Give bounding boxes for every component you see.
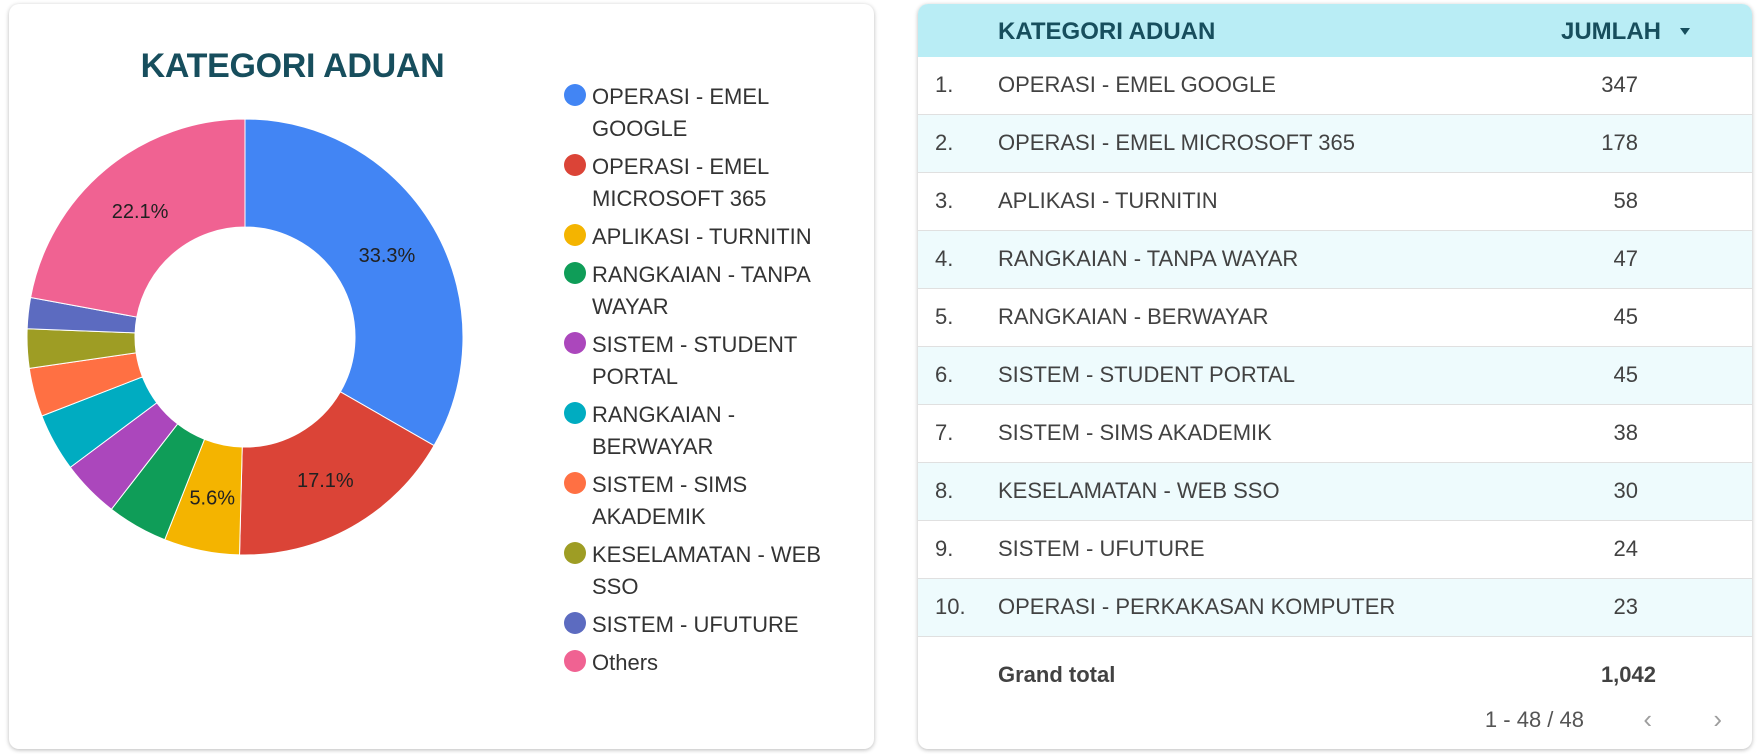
- column-header-jumlah[interactable]: JUMLAH: [1561, 18, 1661, 46]
- row-index: 4.: [935, 246, 954, 271]
- legend-label: SISTEM - SIMS AKADEMIK: [592, 472, 748, 529]
- table-row[interactable]: 4. RANGKAIAN - TANPA WAYAR 47: [918, 231, 1752, 289]
- column-header-category[interactable]: KATEGORI ADUAN: [998, 18, 1215, 46]
- legend-item[interactable]: OPERASI - EMEL GOOGLE: [554, 81, 854, 145]
- legend-item[interactable]: RANGKAIAN - TANPA WAYAR: [554, 259, 854, 323]
- grand-total-label: Grand total: [998, 662, 1116, 687]
- legend-item[interactable]: Others: [554, 647, 854, 679]
- row-index: 1.: [935, 72, 954, 97]
- sort-descending-icon[interactable]: [1680, 28, 1690, 35]
- table-row[interactable]: 3. APLIKASI - TURNITIN 58: [918, 173, 1752, 231]
- legend-swatch: [564, 650, 586, 672]
- legend-label: OPERASI - EMEL MICROSOFT 365: [592, 154, 769, 211]
- row-index: 8.: [935, 478, 954, 503]
- chart-legend: OPERASI - EMEL GOOGLE OPERASI - EMEL MICR…: [554, 81, 854, 685]
- legend-label: KESELAMATAN - WEB SSO: [592, 542, 822, 599]
- legend-label: SISTEM - STUDENT PORTAL: [592, 332, 797, 389]
- table-row[interactable]: 5. RANGKAIAN - BERWAYAR 45: [918, 289, 1752, 347]
- legend-item[interactable]: SISTEM - UFUTURE: [554, 609, 854, 641]
- chevron-left-icon[interactable]: ‹: [1643, 704, 1652, 735]
- table-row[interactable]: 10. OPERASI - PERKAKASAN KOMPUTER 23: [918, 579, 1752, 637]
- row-category: SISTEM - STUDENT PORTAL: [998, 362, 1296, 387]
- row-value: 58: [1613, 188, 1638, 213]
- donut-chart-card: KATEGORI ADUAN 33.3% 17.1% 5.6% 22.1% OPERA…: [9, 4, 874, 749]
- table-row[interactable]: 6. SISTEM - STUDENT PORTAL 45: [918, 347, 1752, 405]
- row-value: 23: [1613, 594, 1638, 619]
- row-index: 2.: [935, 130, 954, 155]
- row-value: 178: [1601, 130, 1638, 155]
- legend-swatch: [564, 332, 586, 354]
- legend-swatch: [564, 84, 586, 106]
- legend-label: RANGKAIAN - TANPA WAYAR: [592, 262, 810, 319]
- row-category: SISTEM - UFUTURE: [998, 536, 1205, 561]
- legend-item[interactable]: KESELAMATAN - WEB SSO: [554, 539, 854, 603]
- legend-item[interactable]: OPERASI - EMEL MICROSOFT 365: [554, 151, 854, 215]
- row-category: KESELAMATAN - WEB SSO: [998, 478, 1280, 503]
- row-index: 9.: [935, 536, 954, 561]
- legend-label: Others: [592, 650, 659, 675]
- legend-swatch: [564, 612, 586, 634]
- row-value: 45: [1613, 362, 1638, 387]
- row-category: OPERASI - EMEL MICROSOFT 365: [998, 130, 1355, 155]
- slice-label: 22.1%: [112, 201, 169, 223]
- grand-total-row: Grand total 1,042: [918, 650, 1752, 700]
- row-value: 38: [1613, 420, 1638, 445]
- table-card: KATEGORI ADUAN JUMLAH 1. OPERASI - EMEL G…: [918, 4, 1752, 749]
- legend-label: OPERASI - EMEL GOOGLE: [592, 84, 769, 141]
- grand-total-value: 1,042: [1600, 662, 1656, 687]
- row-category: RANGKAIAN - TANPA WAYAR: [998, 246, 1299, 271]
- slice-label: 33.3%: [359, 245, 416, 267]
- row-index: 6.: [935, 362, 954, 387]
- row-category: APLIKASI - TURNITIN: [998, 188, 1218, 213]
- table-row[interactable]: 1. OPERASI - EMEL GOOGLE 347: [918, 57, 1752, 115]
- row-index: 5.: [935, 304, 954, 329]
- legend-label: APLIKASI - TURNITIN: [592, 224, 812, 249]
- row-value: 30: [1613, 478, 1638, 503]
- legend-swatch: [564, 154, 586, 176]
- legend-swatch: [564, 472, 586, 494]
- slice-label: 17.1%: [297, 470, 354, 492]
- row-category: OPERASI - PERKAKASAN KOMPUTER: [998, 594, 1396, 619]
- row-value: 24: [1613, 536, 1638, 561]
- legend-label: SISTEM - UFUTURE: [592, 612, 799, 637]
- legend-item[interactable]: SISTEM - STUDENT PORTAL: [554, 329, 854, 393]
- table-row[interactable]: 7. SISTEM - SIMS AKADEMIK 38: [918, 405, 1752, 463]
- legend-swatch: [564, 224, 586, 246]
- pagination: 1 - 48 / 48 ‹ ›: [918, 700, 1752, 740]
- row-category: SISTEM - SIMS AKADEMIK: [998, 420, 1272, 445]
- pagination-range: 1 - 48 / 48: [1484, 707, 1584, 732]
- row-index: 3.: [935, 188, 954, 213]
- row-index: 10.: [935, 594, 966, 619]
- row-value: 47: [1613, 246, 1638, 271]
- table-row[interactable]: 2. OPERASI - EMEL MICROSOFT 365 178: [918, 115, 1752, 173]
- row-category: RANGKAIAN - BERWAYAR: [998, 304, 1269, 329]
- table-header: KATEGORI ADUAN JUMLAH: [918, 4, 1752, 57]
- legend-item[interactable]: RANGKAIAN - BERWAYAR: [554, 399, 854, 463]
- donut-slice-1[interactable]: [244, 118, 464, 447]
- legend-swatch: [564, 262, 586, 284]
- table-row[interactable]: 8. KESELAMATAN - WEB SSO 30: [918, 463, 1752, 521]
- legend-item[interactable]: SISTEM - SIMS AKADEMIK: [554, 469, 854, 533]
- legend-label: RANGKAIAN - BERWAYAR: [592, 402, 736, 459]
- row-value: 347: [1601, 72, 1638, 97]
- table-row[interactable]: 9. SISTEM - UFUTURE 24: [918, 521, 1752, 579]
- row-value: 45: [1613, 304, 1638, 329]
- slice-label: 5.6%: [189, 488, 235, 510]
- legend-item[interactable]: APLIKASI - TURNITIN: [554, 221, 854, 253]
- chevron-right-icon[interactable]: ›: [1713, 704, 1722, 735]
- row-index: 7.: [935, 420, 954, 445]
- legend-swatch: [564, 542, 586, 564]
- legend-swatch: [564, 402, 586, 424]
- row-category: OPERASI - EMEL GOOGLE: [998, 72, 1276, 97]
